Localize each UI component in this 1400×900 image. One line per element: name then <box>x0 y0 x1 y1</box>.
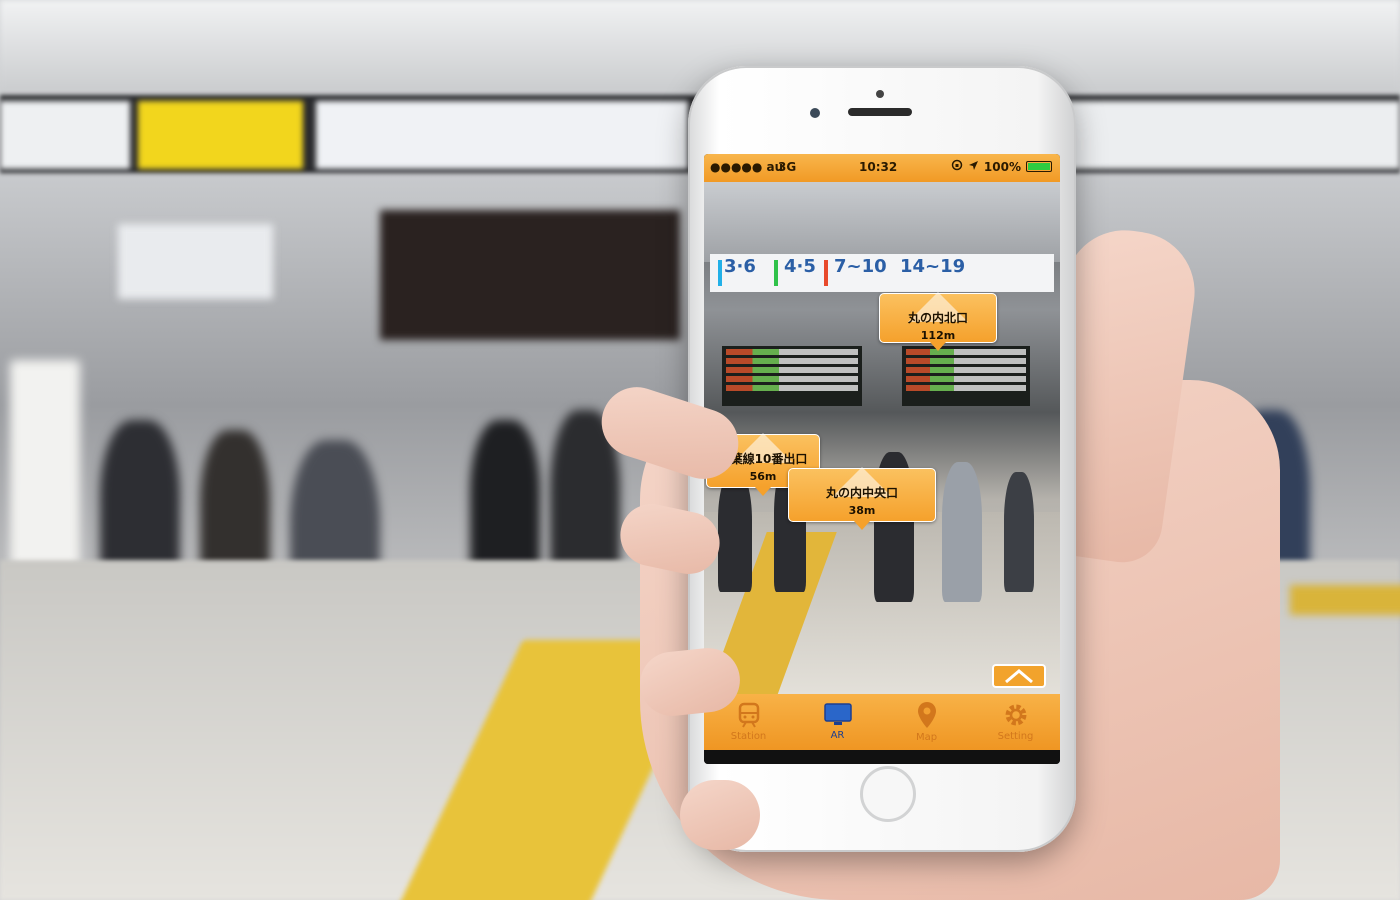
station-sign <box>0 101 130 169</box>
line-color-bar <box>824 260 828 286</box>
station-sign <box>1060 101 1400 169</box>
tab-ar[interactable]: AR <box>793 694 882 750</box>
tab-setting[interactable]: Setting <box>971 694 1060 750</box>
hand-finger <box>680 780 760 850</box>
platform-sign-strip: 3·6 4·5 7~10 14~19 <box>710 254 1054 292</box>
chevron-up-icon <box>1005 669 1033 684</box>
tab-label: Map <box>915 732 938 743</box>
phone-sensor <box>876 90 884 98</box>
network-label: 3G <box>778 160 797 174</box>
ar-marker[interactable]: 丸の内中央口 38m <box>788 467 936 530</box>
platform-number: 14~19 <box>900 256 966 277</box>
home-button[interactable] <box>860 766 916 822</box>
status-right: 100% <box>951 159 1052 174</box>
departure-board <box>722 346 862 406</box>
screen-bezel-bottom <box>704 750 1060 764</box>
rotation-lock-icon <box>951 159 963 174</box>
camera-person <box>1004 472 1034 592</box>
scroll-up-button[interactable] <box>992 664 1046 688</box>
station-sign <box>138 101 303 169</box>
line-color-bar <box>718 260 722 286</box>
smartphone: ●●●●● au 3G 10:32 100% 3·6 4·5 7~10 14~1… <box>688 66 1076 852</box>
ar-marker-distance: 38m <box>848 504 876 517</box>
tab-bar: Station AR Map Setting <box>704 694 1060 750</box>
earpiece-speaker <box>848 108 912 116</box>
camera-ceiling <box>704 182 1060 262</box>
tab-label: Setting <box>997 731 1034 742</box>
platform-number: 7~10 <box>834 256 887 277</box>
departure-board <box>380 210 680 340</box>
platform-number: 4·5 <box>784 256 816 277</box>
tab-label: AR <box>830 730 845 741</box>
status-bar: ●●●●● au 3G 10:32 100% <box>704 154 1060 182</box>
platform-number: 3·6 <box>724 256 756 277</box>
battery-icon <box>1026 161 1052 172</box>
station-sign <box>118 224 273 299</box>
front-camera <box>810 108 820 118</box>
camera-person <box>718 472 752 592</box>
station-ceiling <box>0 0 1400 95</box>
station-pillar <box>10 360 80 590</box>
carrier-label: ●●●●● au <box>710 160 784 174</box>
tab-map[interactable]: Map <box>882 694 971 750</box>
phone-screen: ●●●●● au 3G 10:32 100% 3·6 4·5 7~10 14~1… <box>704 154 1060 764</box>
clock: 10:32 <box>859 160 898 174</box>
battery-fill <box>1028 163 1050 170</box>
tactile-paving <box>1290 585 1400 615</box>
ar-marker-name: 丸の内中央口 <box>825 486 898 500</box>
train-icon <box>738 702 759 728</box>
ar-marker-name: 丸の内北口 <box>907 311 968 325</box>
location-arrow-icon <box>968 160 979 174</box>
camera-person <box>942 462 982 602</box>
tab-label: Station <box>730 731 767 742</box>
ar-marker-distance: 112m <box>920 329 956 342</box>
station-sign <box>316 101 688 169</box>
departure-board <box>902 346 1030 406</box>
battery-percent: 100% <box>983 159 1021 174</box>
line-color-bar <box>774 260 778 286</box>
gear-icon <box>1005 704 1026 726</box>
ar-marker[interactable]: 丸の内北口 112m <box>879 292 997 351</box>
monitor-icon <box>823 703 852 725</box>
ar-camera-view: 3·6 4·5 7~10 14~19 丸の内北口 112m 京葉線10番出口 5… <box>704 182 1060 712</box>
map-pin-icon <box>917 702 936 728</box>
